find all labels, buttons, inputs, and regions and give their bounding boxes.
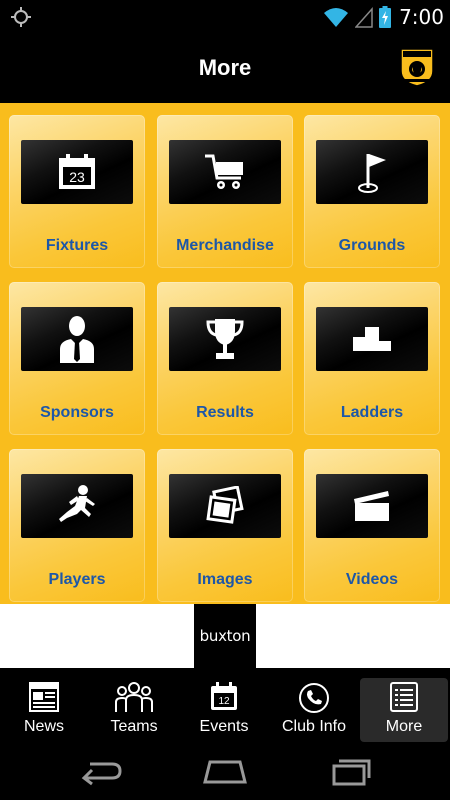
club-crest-icon[interactable] xyxy=(400,47,434,87)
status-time: 7:00 xyxy=(399,4,444,29)
tile-image xyxy=(316,140,428,204)
group-icon xyxy=(115,682,153,712)
tab-label: News xyxy=(23,718,64,735)
tile-image xyxy=(316,307,428,371)
tile-results[interactable]: Results xyxy=(157,282,293,435)
tile-image xyxy=(169,474,281,538)
podium-icon xyxy=(353,327,391,351)
trophy-icon xyxy=(206,319,244,359)
tile-players[interactable]: Players xyxy=(9,449,145,602)
battery-icon xyxy=(379,5,392,28)
tile-label: Results xyxy=(196,404,254,421)
list-icon xyxy=(390,682,418,712)
tab-label: Club Info xyxy=(281,718,347,735)
newspaper-icon xyxy=(29,682,59,712)
tile-label: Grounds xyxy=(338,237,406,254)
home-icon[interactable] xyxy=(200,756,250,786)
tab-club-info[interactable]: Club Info xyxy=(270,678,358,742)
tile-label: Videos xyxy=(345,571,399,588)
phone-icon xyxy=(299,683,329,713)
tile-sponsors[interactable]: Sponsors xyxy=(9,282,145,435)
tile-videos[interactable]: Videos xyxy=(304,449,440,602)
sponsor-logo[interactable]: buxton xyxy=(194,604,256,668)
calendar-icon: 23 xyxy=(59,154,95,189)
cart-icon xyxy=(205,154,243,189)
tile-grounds[interactable]: Grounds xyxy=(304,115,440,268)
tile-image xyxy=(21,474,133,538)
system-nav-bar xyxy=(0,744,450,800)
back-icon[interactable] xyxy=(76,756,126,786)
tile-label: Images xyxy=(197,571,253,588)
tab-news[interactable]: News xyxy=(0,678,88,742)
tab-more[interactable]: More xyxy=(360,678,448,742)
tile-label: Ladders xyxy=(340,404,404,421)
calendar-day: 23 xyxy=(69,169,85,185)
tile-image xyxy=(169,140,281,204)
tab-teams[interactable]: Teams xyxy=(90,678,178,742)
tile-image xyxy=(316,474,428,538)
clapperboard-icon xyxy=(354,491,389,521)
tab-events[interactable]: 12 Events xyxy=(180,678,268,742)
tab-label: More xyxy=(385,718,423,735)
player-icon xyxy=(59,485,95,522)
tab-label: Events xyxy=(199,718,249,735)
tile-image xyxy=(169,307,281,371)
header: More xyxy=(0,33,450,103)
tab-bar: News Teams 12 Events Club Info More xyxy=(0,668,450,744)
flag-icon xyxy=(358,154,386,193)
tile-label: Sponsors xyxy=(40,404,114,421)
tile-label: Fixtures xyxy=(45,237,109,254)
tile-fixtures[interactable]: 23 Fixtures xyxy=(9,115,145,268)
page-title: More xyxy=(198,55,252,80)
signal-icon xyxy=(355,6,373,28)
tile-label: Merchandise xyxy=(176,237,274,254)
tile-merchandise[interactable]: Merchandise xyxy=(157,115,293,268)
menu-grid: 23 Fixtures Merchandise Grounds Sponsors… xyxy=(0,103,450,604)
tile-image xyxy=(21,307,133,371)
recent-apps-icon[interactable] xyxy=(326,756,376,786)
tab-label: Teams xyxy=(110,718,158,735)
calendar-day: 12 xyxy=(218,696,230,707)
tile-images[interactable]: Images xyxy=(157,449,293,602)
photos-icon xyxy=(206,486,244,524)
businessman-icon xyxy=(60,316,94,363)
status-bar: 7:00 xyxy=(0,0,450,33)
tile-image: 23 xyxy=(21,140,133,204)
sponsor-banner[interactable]: buxton xyxy=(0,604,450,668)
tile-label: Players xyxy=(48,571,106,588)
wifi-icon xyxy=(324,7,349,27)
tile-ladders[interactable]: Ladders xyxy=(304,282,440,435)
gps-crosshair-icon xyxy=(11,7,31,27)
calendar-icon: 12 xyxy=(211,682,237,710)
